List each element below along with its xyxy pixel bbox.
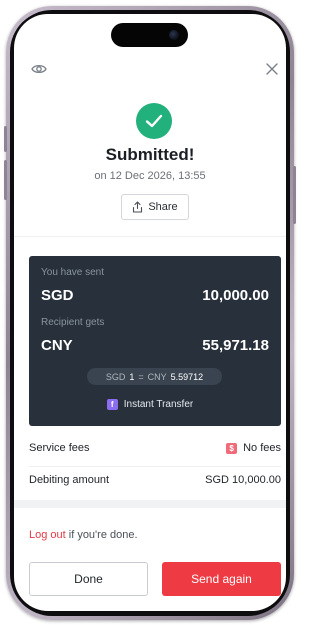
status-timestamp: on 12 Dec 2026, 13:55 — [94, 170, 206, 182]
transfer-method-label: Instant Transfer — [123, 399, 194, 410]
share-button[interactable]: Share — [121, 194, 189, 220]
received-currency: CNY — [41, 337, 73, 354]
service-fees-value: No fees — [243, 442, 281, 454]
fee-icon: $ — [226, 442, 238, 454]
row-divider — [29, 466, 281, 467]
rate-to-value: 5.59712 — [170, 371, 204, 382]
volume-up-button — [4, 126, 7, 152]
rate-equals: = — [138, 371, 144, 382]
logout-suffix: if you're done. — [65, 529, 138, 541]
power-button — [293, 166, 296, 224]
sent-amount: 10,000.00 — [202, 287, 269, 304]
sent-label: You have sent — [41, 267, 105, 278]
check-icon — [136, 103, 172, 139]
section-separator — [14, 500, 286, 508]
transfer-method: f Instant Transfer — [14, 399, 286, 410]
rate-from-value: 1 — [129, 371, 135, 382]
logout-link[interactable]: Log out — [29, 529, 66, 541]
section-divider — [14, 236, 286, 237]
share-icon — [133, 201, 143, 213]
sent-currency: SGD — [41, 287, 74, 304]
debiting-amount-label: Debiting amount — [29, 474, 110, 486]
debiting-amount-value: SGD 10,000.00 — [205, 474, 281, 486]
front-camera — [169, 30, 179, 40]
status-title: Submitted! — [105, 145, 195, 164]
received-label: Recipient gets — [41, 317, 105, 328]
rate-to-currency: CNY — [147, 371, 167, 382]
service-fees-row: Service fees $ No fees — [29, 442, 281, 454]
app-screen: Submitted! on 12 Dec 2026, 13:55 Share Y… — [14, 14, 286, 611]
dynamic-island — [111, 23, 188, 47]
eye-icon[interactable] — [28, 58, 50, 80]
instant-transfer-icon: f — [106, 399, 118, 410]
debiting-amount-row: Debiting amount SGD 10,000.00 — [29, 474, 281, 486]
volume-down-button — [4, 160, 7, 200]
received-amount: 55,971.18 — [202, 337, 269, 354]
close-icon[interactable] — [261, 58, 283, 80]
exchange-rate-pill: SGD 1 = CNY 5.59712 — [87, 368, 222, 385]
logout-prompt: Log out if you're done. — [29, 529, 138, 541]
done-button[interactable]: Done — [29, 562, 148, 596]
send-again-button[interactable]: Send again — [162, 562, 281, 596]
service-fees-label: Service fees — [29, 442, 90, 454]
share-label: Share — [148, 201, 178, 213]
rate-from-currency: SGD — [105, 371, 126, 382]
device-stage: Submitted! on 12 Dec 2026, 13:55 Share Y… — [0, 0, 300, 625]
